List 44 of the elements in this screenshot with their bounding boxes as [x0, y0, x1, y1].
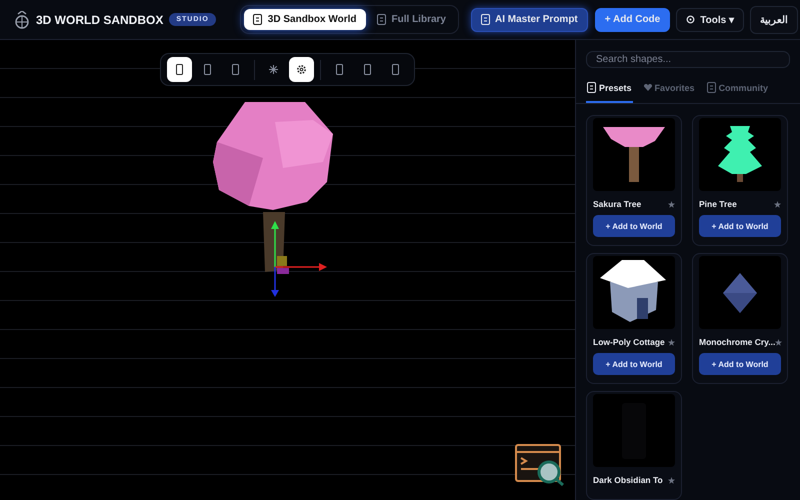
- prompt-button[interactable]: AI Master Prompt: [470, 8, 588, 32]
- shape-name: Low-Poly Cottage: [593, 337, 665, 347]
- toolbar-button[interactable]: [167, 57, 192, 82]
- settings-icon: [686, 15, 696, 24]
- library-tab[interactable]: Presets: [586, 80, 633, 103]
- star-icon[interactable]: [775, 338, 782, 346]
- settings-icon: [296, 64, 307, 75]
- document-icon: [587, 82, 596, 93]
- add-to-world-button[interactable]: + Add to World: [699, 353, 781, 375]
- tools-menu-button[interactable]: Tools ▾: [676, 8, 744, 32]
- heart-icon: [644, 84, 652, 91]
- add-to-world-button[interactable]: + Add to World: [699, 215, 781, 237]
- star-icon[interactable]: [668, 200, 675, 208]
- language-button[interactable]: العربية: [750, 6, 798, 34]
- app-title: 3D WORLD SANDBOX: [36, 12, 164, 26]
- tree-drawing: [603, 127, 665, 182]
- nav-tab[interactable]: 3D Sandbox World: [244, 9, 366, 30]
- add-code-button[interactable]: + Add Code: [594, 8, 670, 32]
- add-to-world-button[interactable]: + Add to World: [593, 353, 675, 375]
- shape-name: Dark Obsidian To: [593, 475, 663, 485]
- document-icon: [480, 14, 490, 25]
- shape-name: Sakura Tree: [593, 199, 642, 209]
- sun-icon: [269, 65, 278, 74]
- nav-tab[interactable]: Full Library: [368, 9, 455, 30]
- document-icon: [376, 14, 386, 25]
- star-icon[interactable]: [668, 338, 675, 346]
- shape-name: Monochrome Cry...: [699, 337, 776, 347]
- shape-name: Pine Tree: [699, 199, 737, 209]
- globe-logo-icon: [14, 10, 30, 28]
- crystal-drawing: [723, 272, 757, 312]
- square-icon: [336, 64, 343, 75]
- add-to-world-button[interactable]: + Add to World: [593, 215, 675, 237]
- toolbar-button[interactable]: [289, 57, 314, 82]
- square-icon: [204, 64, 211, 75]
- square-icon: [232, 64, 239, 75]
- search-field[interactable]: Search shapes...: [586, 51, 790, 68]
- square-icon: [392, 64, 399, 75]
- document-icon: [252, 14, 262, 25]
- square-icon: [176, 64, 183, 75]
- square-icon: [364, 64, 371, 75]
- star-icon[interactable]: [774, 200, 781, 208]
- document-icon: [706, 82, 716, 93]
- star-icon[interactable]: [668, 476, 675, 484]
- pine-tree-drawing: [718, 126, 762, 184]
